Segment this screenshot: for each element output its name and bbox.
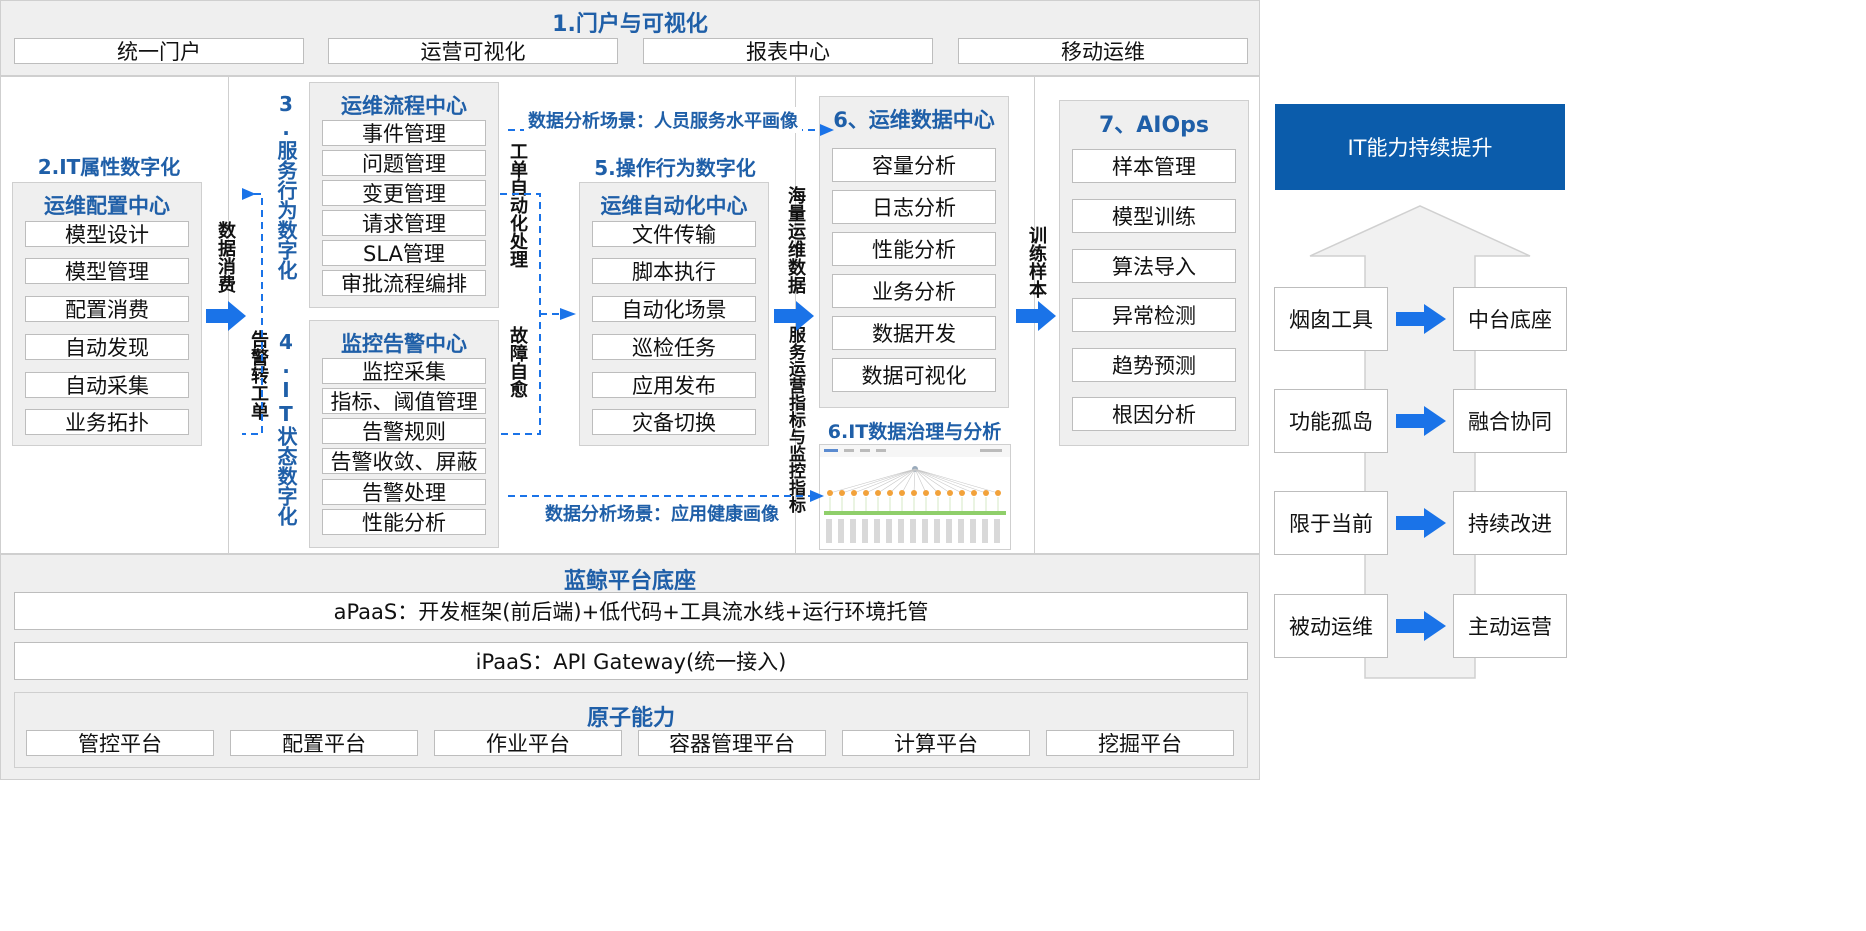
right-arrow-icon [1396,508,1446,538]
scene-app-label: 数据分析场景：应用健康画像 [541,500,783,526]
portal-item[interactable]: 运营可视化 [328,38,618,64]
config-item[interactable]: 业务拓扑 [25,409,189,435]
automation-item[interactable]: 巡检任务 [592,334,756,360]
self-heal-label: 故障自愈 [507,326,528,398]
from-item[interactable]: 烟囱工具 [1274,287,1388,351]
automation-item[interactable]: 文件传输 [592,221,756,247]
portal-item[interactable]: 统一门户 [14,38,304,64]
aiops-item[interactable]: 异常检测 [1072,298,1236,332]
atomic-item[interactable]: 配置平台 [230,730,418,756]
monitor-item[interactable]: 监控采集 [322,358,486,384]
atomic-item[interactable]: 挖掘平台 [1046,730,1234,756]
automation-item[interactable]: 自动化场景 [592,296,756,322]
data-item[interactable]: 性能分析 [832,232,996,266]
atomic-item[interactable]: 容器管理平台 [638,730,826,756]
process-item[interactable]: 请求管理 [322,210,486,236]
process-item[interactable]: 变更管理 [322,180,486,206]
train-samples-label: 训练样本 [1026,226,1047,298]
aiops-title: 7、AIOps [1098,113,1210,138]
automation-item[interactable]: 灾备切换 [592,409,756,435]
monitor-item[interactable]: 告警处理 [322,479,486,505]
data-item[interactable]: 数据开发 [832,316,996,350]
data-item[interactable]: 数据可视化 [832,358,996,392]
right-arrow-icon [1396,304,1446,334]
ticket-auto-label: 工单自动化处理 [507,142,528,268]
data-item[interactable]: 业务分析 [832,274,996,308]
config-item[interactable]: 自动采集 [25,372,189,398]
scene-people-label: 数据分析场景：人员服务水平画像 [524,107,802,133]
config-item[interactable]: 自动发现 [25,334,189,360]
monitor-item[interactable]: 性能分析 [322,509,486,535]
service-metrics-label: 服务运营指标与监控指标 [785,326,805,513]
atomic-item[interactable]: 作业平台 [434,730,622,756]
governance-title: 6.IT数据治理与分析 [827,421,1002,443]
portal-item[interactable]: 报表中心 [643,38,933,64]
atomic-item[interactable]: 计算平台 [842,730,1030,756]
atomic-item[interactable]: 管控平台 [26,730,214,756]
right-arrow-icon [1396,406,1446,436]
alarm-ticket-label: 告警转工单 [248,330,269,420]
aiops-item[interactable]: 模型训练 [1072,199,1236,233]
from-item[interactable]: 限于当前 [1274,491,1388,555]
governance-thumbnail[interactable] [819,444,1011,550]
improvement-header: IT能力持续提升 [1275,104,1565,190]
monitor-item[interactable]: 告警规则 [322,418,486,444]
it-attr-title: 2.IT属性数字化 [37,155,181,179]
from-item[interactable]: 被动运维 [1274,594,1388,658]
to-item[interactable]: 中台底座 [1453,287,1567,351]
ipaas-bar[interactable]: iPaaS：API Gateway(统一接入) [14,642,1248,680]
process-item[interactable]: SLA管理 [322,240,486,266]
to-item[interactable]: 融合协同 [1453,389,1567,453]
apaas-bar[interactable]: aPaaS：开发框架(前后端)+低代码+工具流水线+运行环境托管 [14,592,1248,630]
to-item[interactable]: 持续改进 [1453,491,1567,555]
process-item[interactable]: 事件管理 [322,120,486,146]
column-divider [228,76,229,554]
config-item[interactable]: 配置消费 [25,296,189,322]
monitor-center-title: 监控告警中心 [341,332,467,356]
aiops-item[interactable]: 样本管理 [1072,149,1236,183]
atomic-title: 原子能力 [586,706,675,731]
data-item[interactable]: 日志分析 [832,190,996,224]
it-status-label: 4.IT状态数字化 [274,330,298,526]
process-center-title: 运维流程中心 [341,94,467,118]
service-behavior-label: 3.服务行为数字化 [274,92,298,280]
automation-title: 5.操作行为数字化 [594,156,756,180]
portal-title: 1.门户与可视化 [552,12,708,37]
config-center-title: 运维配置中心 [44,194,170,218]
portal-item[interactable]: 移动运维 [958,38,1248,64]
config-item[interactable]: 模型设计 [25,221,189,247]
automation-item[interactable]: 应用发布 [592,372,756,398]
automation-item[interactable]: 脚本执行 [592,258,756,284]
config-item[interactable]: 模型管理 [25,258,189,284]
process-item[interactable]: 审批流程编排 [322,270,486,296]
aiops-item[interactable]: 算法导入 [1072,249,1236,283]
massive-data-label: 海量运维数据 [785,186,806,294]
aiops-item[interactable]: 趋势预测 [1072,348,1236,382]
to-item[interactable]: 主动运营 [1453,594,1567,658]
data-item[interactable]: 容量分析 [832,148,996,182]
monitor-item[interactable]: 告警收敛、屏蔽 [322,448,486,474]
aiops-item[interactable]: 根因分析 [1072,397,1236,431]
from-item[interactable]: 功能孤岛 [1274,389,1388,453]
data-center-title: 6、运维数据中心 [833,108,995,132]
right-arrow-icon [1396,611,1446,641]
improvement-header-text: IT能力持续提升 [1347,136,1493,160]
topology-graph-image [820,445,1010,543]
data-consume-label: 数据消费 [215,221,236,293]
platform-title: 蓝鲸平台底座 [563,569,696,594]
column-divider [1034,76,1035,554]
process-item[interactable]: 问题管理 [322,150,486,176]
monitor-item[interactable]: 指标、阈值管理 [322,388,486,414]
automation-center-title: 运维自动化中心 [600,194,748,218]
